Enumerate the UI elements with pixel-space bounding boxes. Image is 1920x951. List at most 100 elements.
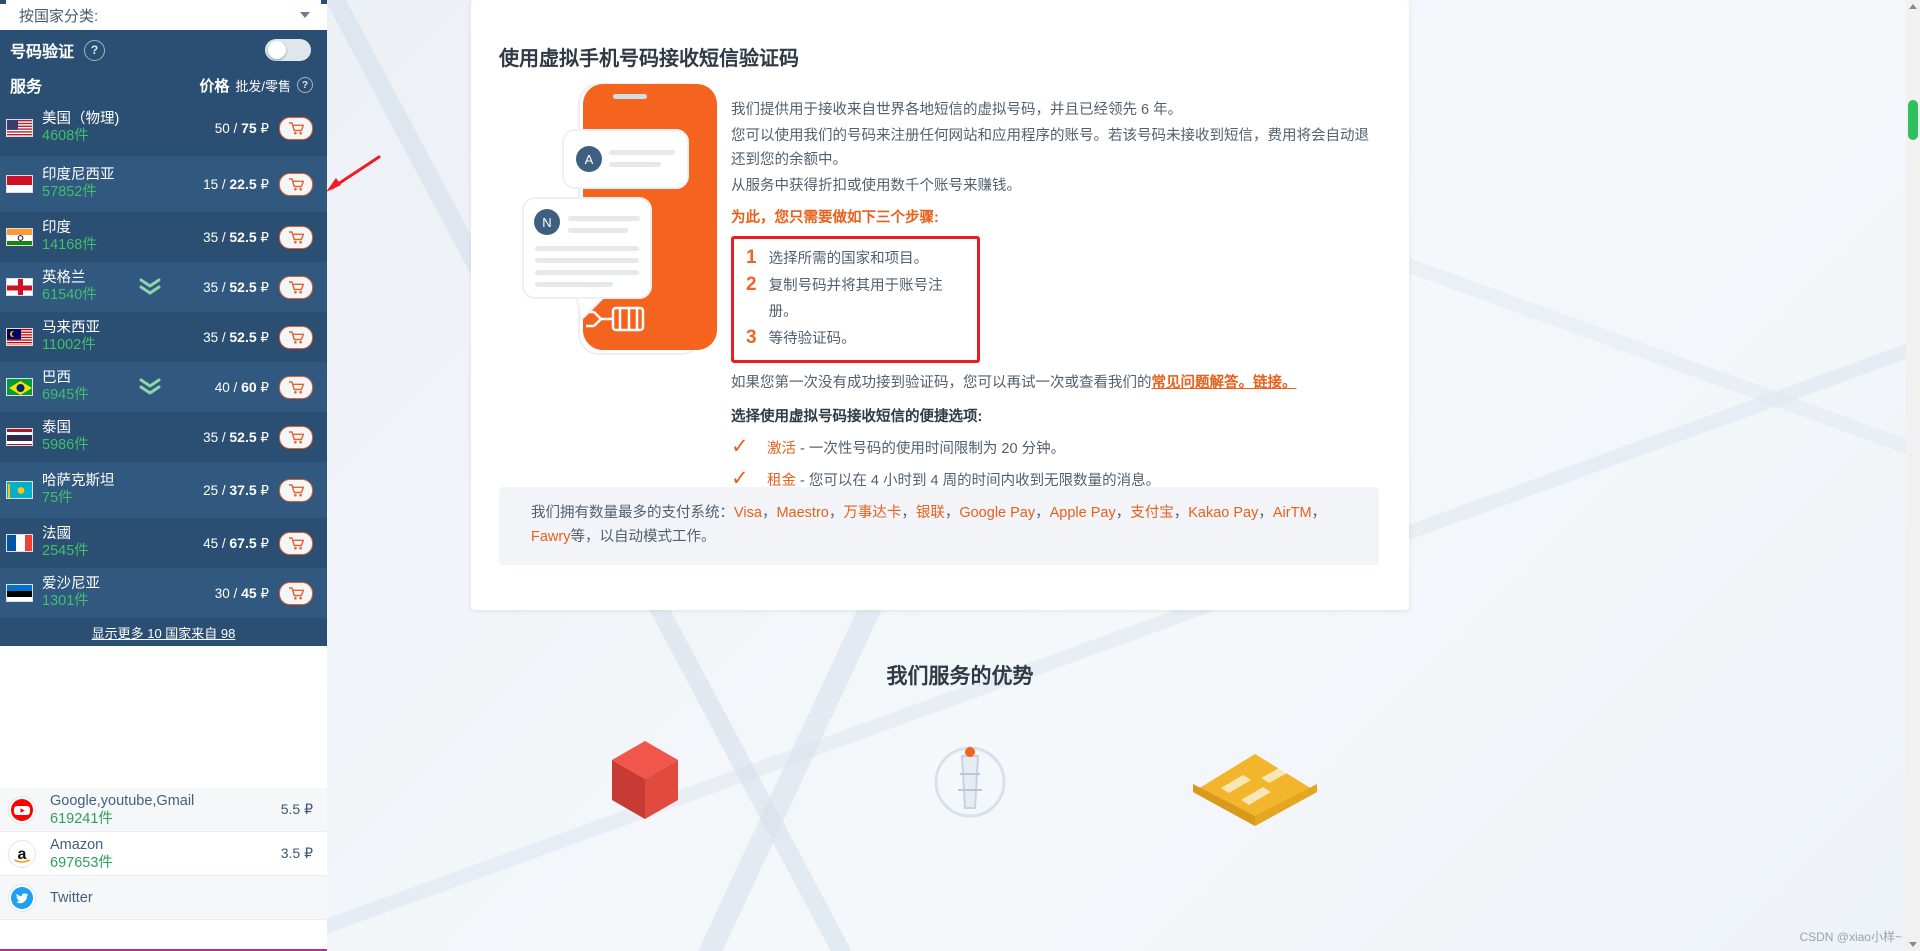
retry-line: 如果您第一次没有成功接到验证码，您可以再试一次或查看我们的常见问题解答。链接。 [731,371,1383,395]
service-count: 619241 [50,810,99,827]
cart-button[interactable] [279,375,313,399]
country-name: 印度尼西亚 [42,167,115,184]
country-unit: 件 [58,490,73,506]
service-price: 3.5 ₽ [280,845,313,861]
country-unit: 件 [74,128,89,144]
help-icon[interactable]: ? [84,39,106,61]
country-row[interactable]: 英格兰 61540件 35 / 52.5 ₽ [0,262,327,312]
country-unit: 件 [74,437,89,453]
page-root: 使用虚拟手机号码接收短信验证码 A N 我们提供用于接收来自世界各地短信的虚拟号… [0,0,1920,951]
cart-button[interactable] [279,581,313,605]
cart-button[interactable] [279,116,313,140]
verification-toggle[interactable] [265,39,311,61]
country-row[interactable]: 法國 2545件 45 / 67.5 ₽ [0,518,327,568]
country-price: 15 / 22.5 ₽ [203,175,269,192]
option-text: 激活 - 一次性号码的使用时间限制为 20 分钟。 [767,437,1065,461]
scroll-down-icon[interactable] [1909,942,1917,947]
price-retail: 52.5 [229,328,257,345]
payment-method: 万事达卡 [843,505,902,521]
svg-text:A: A [585,152,594,167]
price-retail: 22.5 [229,175,257,192]
scroll-up-icon[interactable] [1909,4,1917,9]
country-name: 美国（物理) [42,111,120,128]
country-row[interactable]: 美国（物理) 4608件 50 / 75 ₽ [0,100,327,156]
expand-chevrons-icon[interactable] [137,376,163,399]
cart-button[interactable] [279,275,313,299]
currency-symbol: ₽ [260,482,269,498]
payment-method: Google Pay [959,505,1036,521]
country-info: 法國 2545件 [42,526,177,560]
country-name: 马来西亚 [42,320,100,337]
list-item[interactable]: Twitter [0,876,327,920]
option-item: ✓ 激活 - 一次性号码的使用时间限制为 20 分钟。 [731,436,1383,461]
country-count: 75 [42,490,59,506]
country-price: 25 / 37.5 ₽ [203,481,269,498]
country-unit: 件 [74,387,89,403]
currency-symbol: ₽ [260,535,269,551]
gold-card-illustration [1185,740,1325,835]
payment-method: Kakao Pay [1188,505,1259,521]
flag-icon-in [6,228,33,246]
country-unit: 件 [81,337,96,353]
page-scrollbar[interactable] [1906,0,1920,951]
cart-button[interactable] [279,325,313,349]
check-icon: ✓ [731,467,749,490]
flag-icon-br [6,378,33,396]
cart-button[interactable] [279,172,313,196]
show-more-countries-link[interactable]: 显示更多 10 国家来自 98 [0,618,327,646]
currency-symbol: ₽ [260,120,269,136]
country-count: 61540 [42,287,83,303]
country-name: 印度 [42,220,71,237]
column-service-label: 服务 [10,79,43,96]
intro-paragraph-2: 您可以使用我们的号码来注册任何网站和应用程序的账号。若该号码未接收到短信，费用将… [731,128,1369,168]
currency-symbol: ₽ [260,429,269,445]
price-retail: 75 [241,119,257,136]
cart-button[interactable] [279,478,313,502]
list-item[interactable]: Google,youtube,Gmail 619241件 5.5 ₽ [0,788,327,832]
price-help-icon[interactable]: ? [297,77,313,93]
service-unit: 件 [98,854,113,871]
country-price: 45 / 67.5 ₽ [203,534,269,551]
country-price: 30 / 45 ₽ [214,584,269,601]
country-info: 哈萨克斯坦 75件 [42,473,177,507]
step-text: 等待验证码。 [768,331,856,347]
flag-icon-th [6,428,33,446]
payment-method: Fawry [531,529,571,545]
country-row[interactable]: 印度尼西亚 57852件 15 / 22.5 ₽ [0,156,327,212]
cart-button[interactable] [279,425,313,449]
toggle-knob [268,41,286,59]
cart-button[interactable] [279,531,313,555]
price-wholesale: 35 [203,229,219,245]
payments-outro: 等，以自动模式工作。 [570,529,716,545]
country-row[interactable]: 哈萨克斯坦 75件 25 / 37.5 ₽ [0,462,327,518]
country-unit: 件 [74,543,89,559]
list-item[interactable]: a Amazon 697653件 3.5 ₽ [0,832,327,876]
price-wholesale: 35 [203,279,219,295]
country-row[interactable]: 马来西亚 11002件 35 / 52.5 ₽ [0,312,327,362]
currency-symbol: ₽ [260,176,269,192]
country-filter-select[interactable]: 按国家分类: [6,0,321,30]
cart-button[interactable] [279,225,313,249]
service-name: Google,youtube,Gmail [50,792,195,809]
country-filter-label: 按国家分类: [19,7,99,25]
country-unit: 件 [74,593,89,609]
country-name: 泰国 [42,420,71,437]
country-info: 巴西 6945件 [42,370,137,404]
price-wholesale: 45 [203,535,219,551]
column-price-group: 价格 批发/零售 ? [199,75,313,96]
country-filter-select-box[interactable]: 按国家分类: [7,0,320,30]
expand-chevrons-icon[interactable] [137,276,163,299]
country-count: 2545 [42,543,75,559]
service-count: 697653 [50,854,99,871]
country-row[interactable]: 泰国 5986件 35 / 52.5 ₽ [0,412,327,462]
payment-method: Apple Pay [1049,505,1116,521]
faq-link[interactable]: 常见问题解答。链接。 [1152,375,1297,391]
country-row[interactable]: 印度 14168件 35 / 52.5 ₽ [0,212,327,262]
watermark: CSDN @xiao小样~ [1799,930,1902,944]
scrollbar-thumb[interactable] [1908,100,1918,140]
country-row[interactable]: 巴西 6945件 40 / 60 ₽ [0,362,327,412]
country-info: 泰国 5986件 [42,420,177,454]
country-row[interactable]: 爱沙尼亚 1301件 30 / 45 ₽ [0,568,327,618]
country-name: 英格兰 [42,270,86,287]
step-number: 1 [746,247,757,268]
